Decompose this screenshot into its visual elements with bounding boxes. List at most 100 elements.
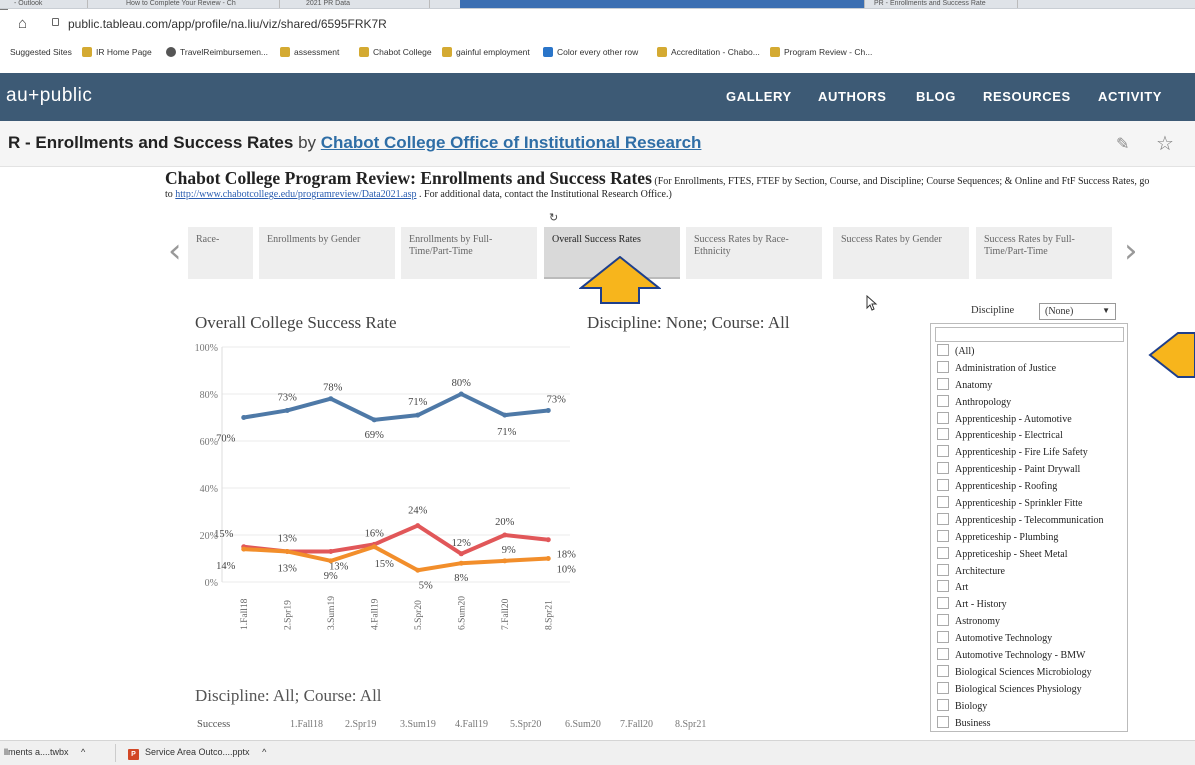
bookmark-item[interactable]: Chabot College xyxy=(359,47,432,57)
author-link[interactable]: Chabot College Office of Institutional R… xyxy=(321,133,702,152)
checkbox[interactable] xyxy=(937,394,949,407)
checkbox[interactable] xyxy=(937,344,949,356)
checkbox[interactable] xyxy=(937,377,949,390)
browser-tab[interactable]: How to Complete Your Review - Ch xyxy=(120,0,280,8)
download-item[interactable]: P Service Area Outco....pptx ^ xyxy=(128,747,266,760)
discipline-option[interactable]: Automotive Technology xyxy=(931,631,1127,648)
checkbox[interactable] xyxy=(937,360,949,373)
favorite-star-icon[interactable]: ☆ xyxy=(1156,131,1174,156)
tabs-next-arrow[interactable]: › xyxy=(1124,231,1138,271)
view-tab-label: Success Rates by Race-Ethnicity xyxy=(694,234,789,257)
discipline-option[interactable]: Biological Sciences Physiology xyxy=(931,681,1127,699)
tableau-icon xyxy=(770,47,780,57)
browser-tab[interactable]: PR - Enrollments and Success Rate xyxy=(868,0,1018,8)
discipline-option[interactable]: Art - History xyxy=(931,597,1127,614)
discipline-option[interactable]: Art xyxy=(931,580,1127,597)
bottom-term-label: 2.Spr19 xyxy=(345,719,376,730)
bookmark-item[interactable]: IR Home Page xyxy=(82,47,152,57)
checkbox[interactable] xyxy=(937,698,949,711)
nav-resources[interactable]: RESOURCES xyxy=(983,89,1071,104)
bottom-row-label: Success xyxy=(197,719,230,730)
checkbox[interactable] xyxy=(937,496,949,509)
tableau-public-logo[interactable]: au+public xyxy=(6,85,92,107)
checkbox[interactable] xyxy=(937,411,949,424)
discipline-option[interactable]: Apprenticeship - Electrical xyxy=(931,428,1127,445)
checkbox[interactable] xyxy=(937,479,949,492)
bookmark-item[interactable]: Color every other row xyxy=(543,47,638,57)
discipline-search-input[interactable] xyxy=(935,327,1124,342)
edit-sheet-icon[interactable]: ✎ xyxy=(1116,134,1129,154)
view-tab[interactable]: Success Rates by Full-Time/Part-Time xyxy=(976,227,1112,279)
checkbox[interactable] xyxy=(937,715,949,728)
checkbox[interactable] xyxy=(937,512,949,525)
discipline-option[interactable]: (All) xyxy=(931,344,1127,361)
discipline-option[interactable]: Apprenticeship - Fire Life Safety xyxy=(931,445,1127,462)
browser-tab[interactable]: - Outlook xyxy=(8,0,88,8)
discipline-option-label: Automotive Technology - BMW xyxy=(955,650,1086,662)
nav-authors[interactable]: AUTHORS xyxy=(818,89,886,104)
discipline-option[interactable]: Architecture xyxy=(931,563,1127,581)
discipline-option[interactable]: Anatomy xyxy=(931,377,1127,395)
discipline-dropdown[interactable]: (None) ▼ xyxy=(1039,303,1116,320)
bookmark-item[interactable]: TravelReimbursemen... xyxy=(166,47,268,57)
discipline-option[interactable]: Automotive Technology - BMW xyxy=(931,648,1127,665)
bookmark-item[interactable]: Accreditation - Chabo... xyxy=(657,47,760,57)
bookmark-item[interactable]: Program Review - Ch... xyxy=(770,47,872,57)
nav-blog[interactable]: BLOG xyxy=(916,89,956,104)
browser-tab[interactable]: 2021 PR Data xyxy=(300,0,430,8)
nav-activity[interactable]: ACTIVITY xyxy=(1098,89,1162,104)
checkbox[interactable] xyxy=(937,614,949,627)
checkbox[interactable] xyxy=(937,428,949,441)
data-label: 16% xyxy=(365,528,385,539)
discipline-option-label: Administration of Justice xyxy=(955,362,1057,374)
view-tab[interactable]: Race- xyxy=(188,227,253,279)
tabs-previous-arrow[interactable]: ‹ xyxy=(168,231,182,271)
checkbox[interactable] xyxy=(937,580,949,593)
bookmark-item[interactable]: gainful employment xyxy=(442,47,530,57)
program-review-link[interactable]: http://www.chabotcollege.edu/programrevi… xyxy=(175,189,416,200)
discipline-option-label: Appreticeship - Plumbing xyxy=(955,531,1059,543)
data-point xyxy=(371,544,377,550)
discipline-option[interactable]: Apprenticeship - Automotive xyxy=(931,411,1127,429)
checkbox[interactable] xyxy=(937,529,949,542)
url-field[interactable]: public.tableau.com/app/profile/na.liu/vi… xyxy=(68,17,387,31)
discipline-option[interactable]: Astronomy xyxy=(931,614,1127,631)
view-tab[interactable]: Success Rates by Race-Ethnicity xyxy=(686,227,822,279)
view-tab[interactable]: Enrollments by Gender xyxy=(259,227,395,279)
discipline-option[interactable]: Business xyxy=(931,715,1127,731)
data-point xyxy=(241,415,247,420)
discipline-option[interactable]: Anthropology xyxy=(931,394,1127,412)
checkbox[interactable] xyxy=(937,546,949,559)
checkbox[interactable] xyxy=(937,681,949,694)
checkbox[interactable] xyxy=(937,631,949,644)
view-tab[interactable]: Enrollments by Full-Time/Part-Time xyxy=(401,227,537,279)
data-label: 73% xyxy=(547,394,567,405)
checkbox[interactable] xyxy=(937,462,949,475)
refresh-icon[interactable]: ↻ xyxy=(549,211,558,224)
checkbox[interactable] xyxy=(937,563,949,576)
checkbox[interactable] xyxy=(937,597,949,610)
discipline-option[interactable]: Apprenticeship - Roofing xyxy=(931,479,1127,496)
checkbox[interactable] xyxy=(937,648,949,661)
discipline-selected-value: (None) xyxy=(1045,306,1074,317)
discipline-option[interactable]: Appreticeship - Plumbing xyxy=(931,529,1127,547)
browser-tab-active[interactable] xyxy=(460,0,865,8)
y-tick-label: 0% xyxy=(205,578,218,589)
checkbox[interactable] xyxy=(937,445,949,458)
discipline-option[interactable]: Administration of Justice xyxy=(931,360,1127,378)
discipline-option[interactable]: Biological Sciences Microbiology xyxy=(931,664,1127,682)
discipline-option[interactable]: Biology xyxy=(931,698,1127,716)
mouse-cursor-icon xyxy=(866,295,878,311)
bookmark-item[interactable]: assessment xyxy=(280,47,339,57)
checkbox[interactable] xyxy=(937,664,949,677)
discipline-option[interactable]: Apprenticeship - Sprinkler Fitte xyxy=(931,496,1127,513)
home-icon[interactable]: ⌂ xyxy=(18,15,27,32)
bottom-term-label: 7.Fall20 xyxy=(620,719,653,730)
discipline-option[interactable]: Apprenticeship - Paint Drywall xyxy=(931,462,1127,479)
discipline-option[interactable]: Apprenticeship - Telecommunication xyxy=(931,512,1127,530)
download-item[interactable]: llments a....twbx ^ xyxy=(4,747,85,757)
bookmark-item[interactable]: Suggested Sites xyxy=(10,47,72,57)
nav-gallery[interactable]: GALLERY xyxy=(726,89,792,104)
view-tab[interactable]: Success Rates by Gender xyxy=(833,227,969,279)
discipline-option[interactable]: Appreticeship - Sheet Metal xyxy=(931,546,1127,564)
